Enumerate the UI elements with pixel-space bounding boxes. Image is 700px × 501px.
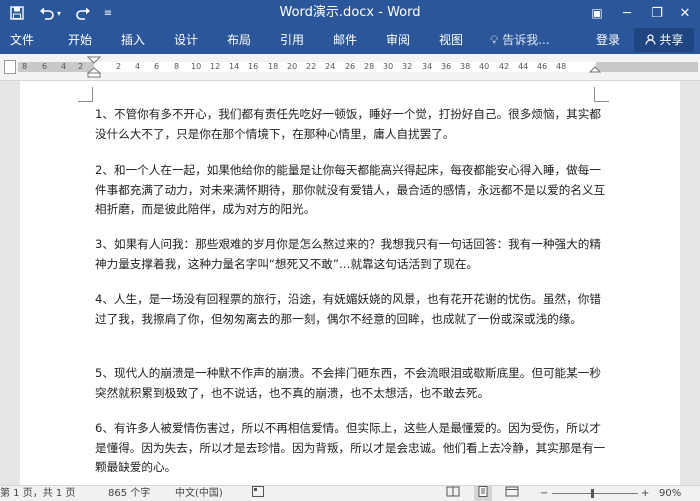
ruler-label: 20 — [287, 62, 298, 71]
ribbon-tabs: 文件 开始 插入 设计 布局 引用 邮件 审阅 视图 💡︎ 告诉我... 登录 … — [0, 26, 700, 54]
ruler-label: 2 — [116, 62, 122, 71]
zoom-in-button[interactable]: + — [641, 486, 649, 501]
zoom-slider[interactable] — [552, 493, 638, 494]
login-button[interactable]: 登录 — [596, 26, 620, 54]
close-button[interactable]: ✕ — [670, 0, 700, 26]
tab-review[interactable]: 审阅 — [384, 26, 412, 54]
tab-file[interactable]: 文件 — [8, 26, 36, 54]
restore-button[interactable]: ❐ — [642, 0, 672, 26]
paragraph[interactable]: 2、和一个人在一起，如果他给你的能量是让你每天都能高兴得起床，每夜都能安心得入睡… — [95, 161, 607, 220]
tab-view[interactable]: 视图 — [437, 26, 465, 54]
paragraph[interactable]: 4、人生，是一场没有回程票的旅行，沿途，有妩媚妖娆的风景，也有花开花谢的忧伤。虽… — [95, 290, 607, 329]
ruler-label: 32 — [402, 62, 413, 71]
user-icon — [644, 33, 660, 47]
page-count[interactable]: 第 1 页，共 1 页 — [0, 486, 75, 501]
minimize-button[interactable]: ─ — [612, 0, 642, 26]
ruler-label: 12 — [210, 62, 221, 71]
ruler-label: 4 — [135, 62, 141, 71]
share-button[interactable]: 共享 — [634, 28, 694, 52]
ruler-label: 14 — [229, 62, 240, 71]
ruler-label: 8 — [22, 62, 28, 71]
ruler-label: 46 — [537, 62, 548, 71]
tab-home[interactable]: 开始 — [66, 26, 94, 54]
lightbulb-icon: 💡︎ — [490, 33, 499, 47]
ruler-label: 36 — [441, 62, 452, 71]
ruler-label: 40 — [479, 62, 490, 71]
tab-mailings[interactable]: 邮件 — [331, 26, 359, 54]
ruler-label: 48 — [556, 62, 567, 71]
zoom-out-button[interactable]: − — [540, 486, 548, 501]
zoom-slider-thumb[interactable] — [591, 489, 594, 498]
ruler-label: 34 — [422, 62, 433, 71]
web-layout-icon[interactable] — [505, 486, 519, 501]
right-indent-marker-icon[interactable] — [589, 66, 601, 76]
ruler-label: 6 — [154, 62, 160, 71]
crop-mark — [78, 87, 93, 102]
language-indicator[interactable]: 中文(中国) — [175, 486, 223, 501]
tell-me-box[interactable]: 💡︎ 告诉我... — [490, 26, 550, 54]
ruler-label: 22 — [306, 62, 317, 71]
read-mode-icon[interactable] — [446, 486, 460, 501]
tab-insert[interactable]: 插入 — [119, 26, 147, 54]
ruler-label: 38 — [460, 62, 471, 71]
status-bar: 第 1 页，共 1 页 865 个字 中文(中国) − + 90% — [0, 485, 700, 501]
document-page[interactable]: 1、不管你有多不开心，我们都有责任先吃好一顿饭，睡好一个觉，打扮好自己。很多烦恼… — [20, 81, 680, 485]
ruler-label: 8 — [174, 62, 180, 71]
ruler-label: 28 — [364, 62, 375, 71]
ruler-label: 6 — [42, 62, 48, 71]
ruler-label: 18 — [268, 62, 279, 71]
ruler-label: 2 — [78, 62, 84, 71]
ruler-label: 42 — [499, 62, 510, 71]
paragraph[interactable]: 1、不管你有多不开心，我们都有责任先吃好一顿饭，睡好一个觉，打扮好自己。很多烦恼… — [95, 105, 607, 144]
paragraph[interactable]: 6、有许多人被爱情伤害过，所以不再相信爱情。但实际上，这些人是最懂爱的。因为受伤… — [95, 419, 607, 478]
title-bar: ▾ ≡ Word演示.docx - Word ▣ ─ ❐ ✕ — [0, 0, 700, 26]
ruler-label: 4 — [61, 62, 67, 71]
tab-layout[interactable]: 布局 — [225, 26, 253, 54]
horizontal-ruler[interactable]: 8 6 4 2 2 4 6 8 10 12 14 16 18 20 22 24 … — [0, 54, 700, 81]
indent-marker-icon[interactable] — [87, 56, 101, 78]
ruler-label: 16 — [248, 62, 259, 71]
crop-mark — [594, 87, 609, 102]
print-layout-icon[interactable] — [474, 486, 492, 501]
tab-design[interactable]: 设计 — [172, 26, 200, 54]
ruler-label: 30 — [383, 62, 394, 71]
ruler-label: 26 — [345, 62, 356, 71]
ruler-label: 10 — [191, 62, 202, 71]
document-area: 1、不管你有多不开心，我们都有责任先吃好一顿饭，睡好一个觉，打扮好自己。很多烦恼… — [0, 81, 700, 485]
share-label: 共享 — [659, 33, 684, 47]
ruler-label: 44 — [518, 62, 529, 71]
zoom-level[interactable]: 90% — [659, 486, 681, 501]
tab-references[interactable]: 引用 — [278, 26, 306, 54]
ruler-label: 24 — [325, 62, 336, 71]
paragraph[interactable]: 5、现代人的崩溃是一种默不作声的崩溃。不会摔门砸东西，不会流眼泪或歇斯底里。但可… — [95, 364, 607, 403]
macro-record-icon[interactable] — [252, 486, 264, 501]
tab-stop-selector[interactable] — [4, 60, 16, 74]
tell-me-text: 告诉我... — [502, 33, 550, 47]
paragraph[interactable]: 3、如果有人问我：那些艰难的岁月你是怎么熬过来的？我想我只有一句话回答：我有一种… — [95, 235, 607, 274]
word-count[interactable]: 865 个字 — [108, 486, 150, 501]
ribbon-display-icon[interactable]: ▣ — [582, 0, 612, 26]
